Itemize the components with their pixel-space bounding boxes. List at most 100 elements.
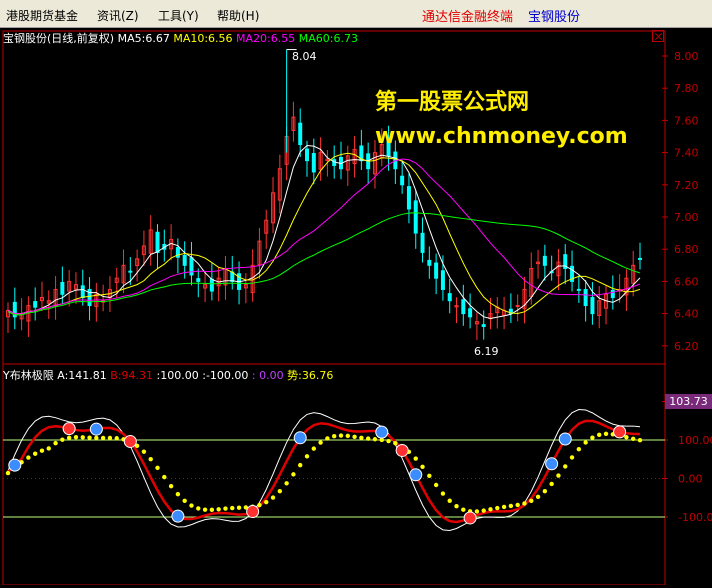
price-tick-label: 7.80 bbox=[674, 82, 699, 95]
menu-info[interactable]: 资讯(Z) bbox=[97, 7, 139, 24]
candle-body bbox=[610, 289, 615, 298]
signal-ball bbox=[123, 434, 137, 448]
trend-dot bbox=[420, 464, 425, 469]
trend-dot bbox=[345, 433, 350, 439]
trend-dot bbox=[189, 503, 194, 508]
trend-label: 势: bbox=[287, 369, 302, 382]
trend-dot bbox=[440, 491, 446, 496]
b-label: B: bbox=[110, 369, 122, 382]
trend-dot bbox=[624, 435, 629, 440]
trend-dot bbox=[202, 507, 208, 512]
price-tick-label: 7.00 bbox=[674, 211, 699, 224]
trend-dot bbox=[175, 492, 181, 497]
trend-dot bbox=[413, 456, 418, 461]
menu-help[interactable]: 帮助(H) bbox=[217, 7, 259, 24]
signal-ball bbox=[89, 422, 103, 436]
price-panel-title: 宝钢股份(日线,前复权) bbox=[3, 32, 115, 45]
trend-dot bbox=[209, 507, 215, 513]
lower-level-value: :-100.00 bbox=[202, 369, 249, 382]
trend-dot bbox=[298, 462, 303, 468]
trend-dot bbox=[148, 456, 153, 462]
trend-dot bbox=[372, 437, 378, 442]
trend-dot bbox=[60, 437, 65, 442]
price-tick-label: 8.00 bbox=[674, 50, 699, 63]
trend-dot bbox=[73, 435, 79, 440]
price-tick-label: 6.80 bbox=[674, 243, 699, 256]
ma5-value: 6.67 bbox=[145, 32, 170, 45]
indicator-tick-label: 100.00 bbox=[678, 434, 712, 447]
trend-dot bbox=[529, 498, 534, 504]
trend-dot bbox=[365, 436, 371, 441]
trend-dot bbox=[114, 436, 119, 441]
candle-body bbox=[542, 255, 547, 266]
trend-dot bbox=[291, 472, 296, 477]
candle-body bbox=[468, 308, 473, 318]
trend-dot bbox=[454, 504, 459, 509]
trend-dot bbox=[461, 507, 466, 512]
signal-ball bbox=[8, 458, 22, 472]
trend-dot bbox=[87, 435, 92, 440]
trend-dot bbox=[631, 436, 636, 442]
trend-dot bbox=[433, 482, 439, 488]
chart-area[interactable]: 8.00 7.80 7.60 7.40 7.20 7.00 6.80 6.60 6.40 6.20… bbox=[0, 28, 712, 586]
trend-dot bbox=[359, 435, 364, 440]
signal-ball bbox=[463, 511, 477, 525]
signal-ball bbox=[409, 468, 423, 482]
price-tick-label: 6.20 bbox=[674, 340, 699, 353]
signal-ball bbox=[171, 509, 185, 523]
trend-dot bbox=[522, 501, 527, 506]
trend-dot bbox=[331, 434, 337, 439]
trend-dot bbox=[569, 455, 575, 460]
menu-bar: 港股期货基金 资讯(Z) 工具(Y) 帮助(H) 通达信金融终端 宝钢股份 bbox=[0, 0, 712, 28]
close-icon[interactable] bbox=[652, 30, 664, 42]
signal-ball bbox=[246, 505, 260, 519]
trend-dot bbox=[393, 440, 398, 446]
trend-dot bbox=[501, 504, 507, 510]
trend-dot bbox=[26, 455, 31, 460]
high-price-marker: 8.04 bbox=[292, 50, 317, 63]
trend-dot bbox=[94, 435, 99, 441]
current-stock-name[interactable]: 宝钢股份 bbox=[528, 6, 580, 25]
candle-body bbox=[427, 259, 432, 266]
indicator-panel-frame bbox=[2, 363, 666, 586]
candle-body bbox=[305, 148, 310, 162]
chart-canvas[interactable]: 8.00 7.80 7.60 7.40 7.20 7.00 6.80 6.60 6.40 6.20… bbox=[0, 28, 712, 586]
candle-body bbox=[420, 232, 425, 253]
candle-body bbox=[406, 186, 411, 210]
trend-dot bbox=[386, 438, 391, 444]
trend-dot bbox=[481, 508, 486, 513]
indicator-tick-label: -100.00 bbox=[678, 511, 712, 524]
price-tick-label: 7.40 bbox=[674, 147, 699, 160]
ma60-value: 6.73 bbox=[333, 32, 358, 45]
trend-dot bbox=[162, 474, 167, 480]
trend-dot bbox=[325, 436, 330, 441]
upper-level-value: :100.00 bbox=[156, 369, 199, 382]
menu-tools[interactable]: 工具(Y) bbox=[158, 7, 199, 24]
trend-dot bbox=[107, 435, 113, 441]
trend-dot bbox=[447, 498, 452, 503]
trend-dot bbox=[168, 483, 174, 489]
ma10-label: MA10: bbox=[173, 32, 209, 45]
signal-ball bbox=[62, 422, 76, 436]
trend-dot bbox=[549, 481, 554, 487]
watermark-title: 第一股票公式网 bbox=[375, 90, 530, 115]
trend-dot bbox=[338, 433, 344, 438]
ma5-label: MA5: bbox=[117, 32, 146, 45]
trend-dot bbox=[508, 503, 514, 509]
signal-ball bbox=[395, 443, 409, 457]
trend-dot bbox=[495, 505, 500, 511]
ma60-label: MA60: bbox=[298, 32, 334, 45]
trend-dot bbox=[427, 473, 432, 479]
candle-body bbox=[80, 285, 85, 298]
trend-dot bbox=[277, 488, 283, 494]
zero-level-value: : 0.00 bbox=[251, 369, 284, 382]
trend-dot bbox=[182, 498, 187, 504]
trend-dot bbox=[318, 440, 323, 445]
trend-dot bbox=[5, 470, 11, 476]
candle-body bbox=[576, 288, 581, 291]
ma20-value: 6.55 bbox=[270, 32, 296, 45]
candle-body bbox=[60, 282, 65, 295]
signal-ball bbox=[375, 425, 389, 439]
low-price-marker: 6.19 bbox=[474, 345, 499, 358]
menu-hk-futures-funds[interactable]: 港股期货基金 bbox=[6, 7, 78, 24]
